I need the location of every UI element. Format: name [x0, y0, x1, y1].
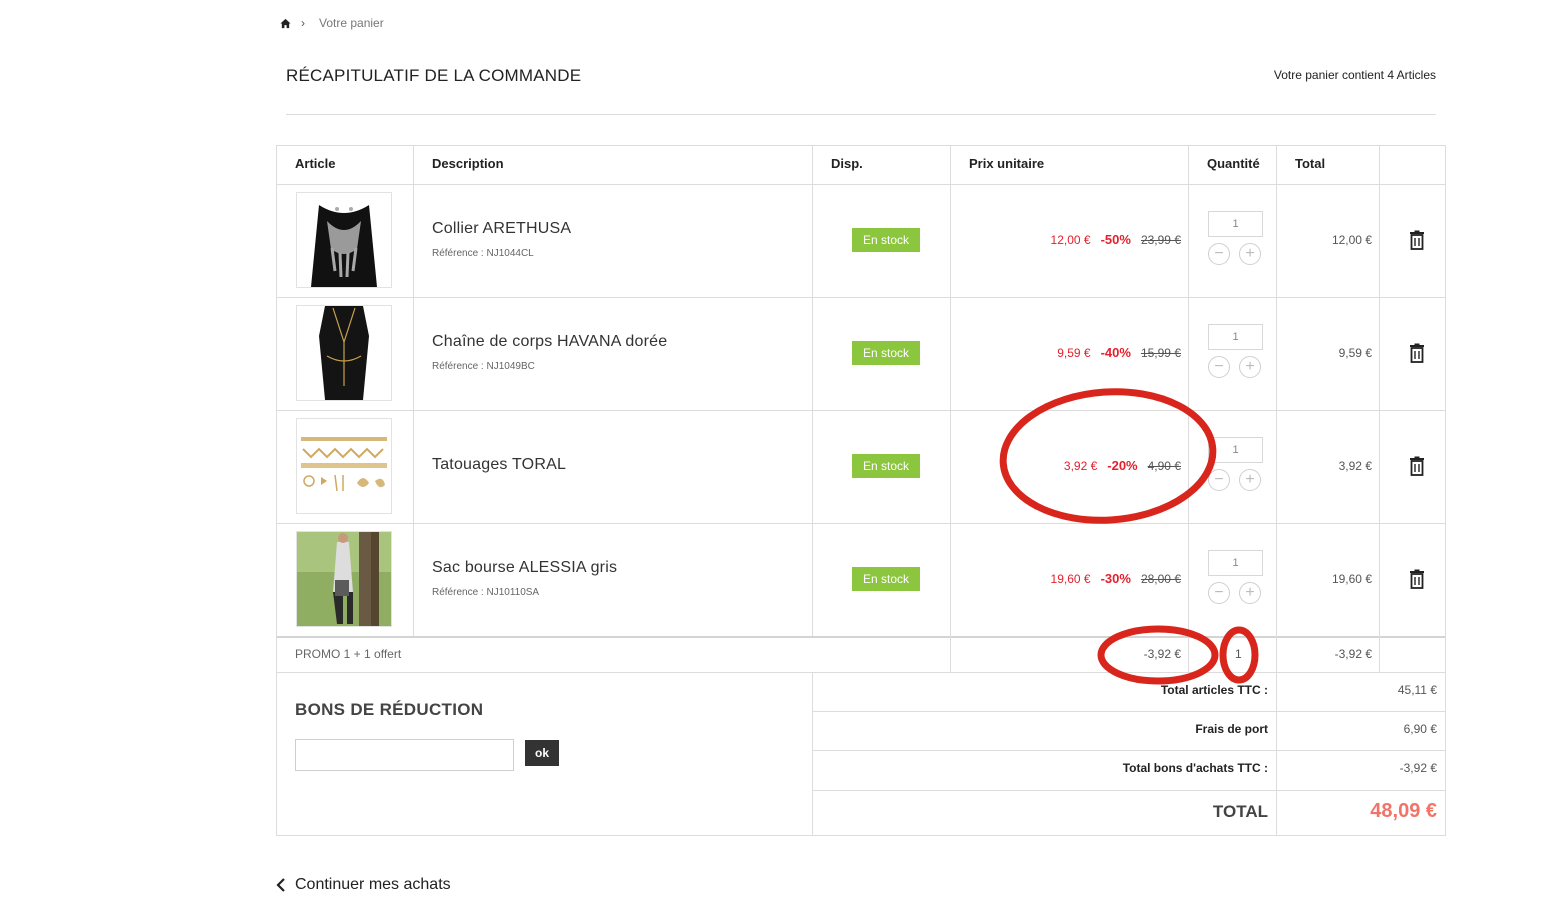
product-image-necklace[interactable]: [296, 192, 392, 288]
divider: [812, 672, 813, 835]
continue-shopping-link[interactable]: Continuer mes achats: [276, 876, 451, 894]
home-icon[interactable]: [280, 18, 291, 29]
column-header-description: Description: [432, 156, 504, 171]
divider: [277, 184, 1445, 185]
price-old: 4,90 €: [1147, 459, 1181, 473]
discount-percent: -20%: [1107, 458, 1138, 473]
total-vouchers-value: -3,92 €: [1399, 761, 1437, 775]
trash-icon[interactable]: [1408, 569, 1426, 589]
divider: [277, 672, 1445, 673]
product-reference: Référence : NJ1044CL: [432, 248, 534, 259]
page-title: RÉCAPITULATIF DE LA COMMANDE: [286, 66, 582, 85]
row-total: 3,92 €: [1338, 459, 1372, 473]
product-name[interactable]: Sac bourse ALESSIA gris: [432, 559, 617, 577]
price-old: 23,99 €: [1140, 233, 1181, 247]
row-total: 19,60 €: [1331, 572, 1372, 586]
trash-icon[interactable]: [1408, 343, 1426, 363]
product-name[interactable]: Collier ARETHUSA: [432, 220, 571, 238]
quantity-minus-button[interactable]: −: [1208, 469, 1230, 491]
divider: [813, 750, 1445, 751]
product-image-tattoos[interactable]: [296, 418, 392, 514]
quantity-plus-button[interactable]: +: [1239, 469, 1261, 491]
row-total: 12,00 €: [1331, 233, 1372, 247]
chevron-left-icon: [276, 878, 285, 892]
quantity-plus-button[interactable]: +: [1239, 582, 1261, 604]
divider: [1188, 146, 1189, 672]
stock-badge: En stock: [852, 454, 920, 478]
stock-badge: En stock: [852, 567, 920, 591]
voucher-code-input[interactable]: [295, 739, 514, 771]
divider: [413, 146, 414, 636]
quantity-minus-button[interactable]: −: [1208, 243, 1230, 265]
total-vouchers-label: Total bons d'achats TTC :: [1122, 761, 1268, 775]
price-new: 3,92 €: [1063, 459, 1098, 473]
voucher-ok-button[interactable]: ok: [525, 740, 559, 766]
grand-total-label: TOTAL: [1212, 802, 1268, 821]
product-reference: Référence : NJ10110SA: [432, 587, 540, 598]
unit-price: 9,59 € -40% 15,99 €: [951, 345, 1181, 360]
quantity-plus-button[interactable]: +: [1239, 243, 1261, 265]
promo-label: PROMO 1 + 1 offert: [295, 647, 402, 661]
quantity-input[interactable]: 1: [1208, 211, 1263, 237]
price-new: 12,00 €: [1050, 233, 1091, 247]
divider: [813, 711, 1445, 712]
product-reference: Référence : NJ1049BC: [432, 361, 535, 372]
total-articles-label: Total articles TTC :: [1160, 683, 1268, 697]
divider: [277, 636, 1445, 638]
continue-shopping-label: Continuer mes achats: [295, 876, 451, 893]
quantity-plus-button[interactable]: +: [1239, 356, 1261, 378]
stock-badge: En stock: [852, 228, 920, 252]
quantity-input[interactable]: 1: [1208, 437, 1263, 463]
unit-price: 3,92 € -20% 4,90 €: [951, 458, 1181, 473]
unit-price: 12,00 € -50% 23,99 €: [951, 232, 1181, 247]
promo-quantity: 1: [1235, 647, 1242, 661]
column-header-unit-price: Prix unitaire: [969, 156, 1045, 171]
discount-percent: -30%: [1100, 571, 1131, 586]
shipping-label: Frais de port: [1195, 722, 1268, 736]
row-total: 9,59 €: [1338, 346, 1372, 360]
product-image-body-chain[interactable]: [296, 305, 392, 401]
breadcrumb: › Votre panier: [280, 16, 384, 30]
price-new: 9,59 €: [1057, 346, 1091, 360]
breadcrumb-current: Votre panier: [319, 16, 384, 30]
unit-price: 19,60 € -30% 28,00 €: [951, 571, 1181, 586]
divider: [286, 114, 1436, 115]
column-header-total: Total: [1295, 156, 1326, 171]
shipping-value: 6,90 €: [1403, 722, 1437, 736]
promo-unit-price: -3,92 €: [1143, 647, 1181, 661]
product-name[interactable]: Tatouages TORAL: [432, 456, 566, 474]
divider: [277, 297, 1445, 298]
vouchers-title: BONS DE RÉDUCTION: [295, 700, 484, 719]
column-header-article: Article: [295, 156, 336, 171]
quantity-input[interactable]: 1: [1208, 324, 1263, 350]
divider: [1379, 146, 1380, 672]
product-name[interactable]: Chaîne de corps HAVANA dorée: [432, 333, 667, 351]
promo-total: -3,92 €: [1334, 647, 1372, 661]
discount-percent: -50%: [1100, 232, 1131, 247]
quantity-input[interactable]: 1: [1208, 550, 1263, 576]
cart-table: Article Description Disp. Prix unitaire …: [276, 145, 1446, 836]
column-header-availability: Disp.: [831, 156, 863, 171]
column-header-quantity: Quantité: [1207, 156, 1260, 171]
stock-badge: En stock: [852, 341, 920, 365]
grand-total-value: 48,09 €: [1370, 800, 1437, 822]
total-articles-value: 45,11 €: [1397, 683, 1437, 697]
price-old: 28,00 €: [1140, 572, 1181, 586]
discount-percent: -40%: [1100, 345, 1131, 360]
product-image-bag[interactable]: [296, 531, 392, 627]
price-new: 19,60 €: [1050, 572, 1091, 586]
divider: [950, 146, 951, 672]
divider: [812, 146, 813, 636]
breadcrumb-separator: ›: [301, 16, 305, 30]
divider: [277, 523, 1445, 524]
divider: [277, 410, 1445, 411]
divider: [813, 790, 1445, 791]
quantity-minus-button[interactable]: −: [1208, 356, 1230, 378]
trash-icon[interactable]: [1408, 456, 1426, 476]
cart-count: Votre panier contient 4 Articles: [1273, 68, 1436, 82]
quantity-minus-button[interactable]: −: [1208, 582, 1230, 604]
price-old: 15,99 €: [1140, 346, 1181, 360]
trash-icon[interactable]: [1408, 230, 1426, 250]
